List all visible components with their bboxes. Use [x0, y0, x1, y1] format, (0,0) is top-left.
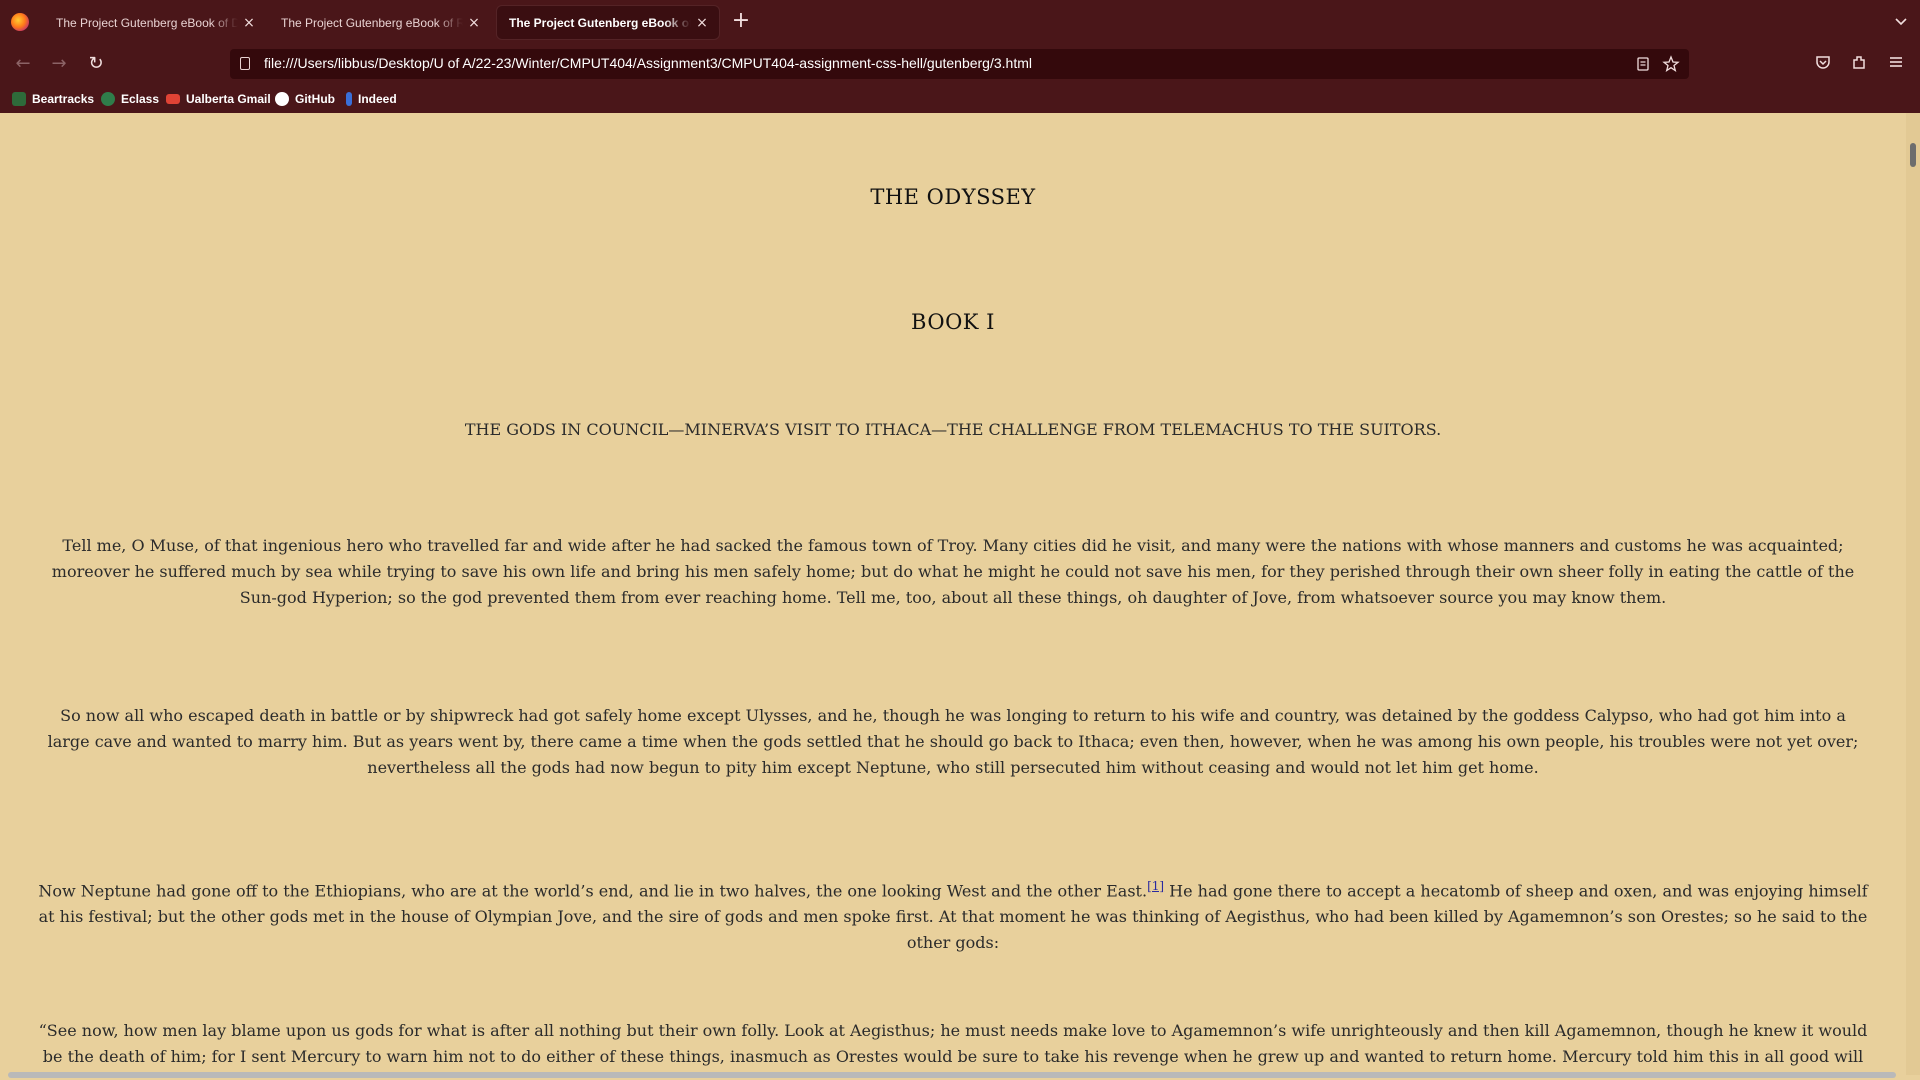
bookmark-label: Beartracks [32, 92, 95, 106]
new-tab-button[interactable]: + [730, 10, 752, 33]
reload-icon[interactable]: ↻ [84, 52, 108, 76]
tab-odyssey[interactable]: The Project Gutenberg eBook of The Odyss… [497, 6, 719, 39]
bookmark-indeed[interactable]: Indeed [346, 91, 397, 107]
bookmark-star-icon[interactable] [1662, 55, 1680, 73]
footnote-link[interactable]: [1] [1147, 879, 1164, 893]
paragraph-2: So now all who escaped death in battle o… [47, 706, 1859, 777]
bookmarks-toolbar: Beartracks Eclass Ualberta Gmail GitHub … [0, 85, 1920, 113]
page-icon [240, 57, 250, 70]
bookmark-label: GitHub [295, 92, 335, 106]
tab-bar: The Project Gutenberg eBook of Dracula ×… [0, 0, 1920, 44]
paragraph-3-text-start: Now Neptune had gone off to the Ethiopia… [38, 881, 1148, 901]
gmail-icon [166, 94, 180, 104]
horizontal-scrollbar[interactable] [0, 1069, 1906, 1080]
firefox-logo-icon[interactable] [11, 13, 29, 31]
paragraph-4: “See now, how men lay blame upon us gods… [38, 1021, 1868, 1075]
chapter-summary: THE GODS IN COUNCIL—MINERVA’S VISIT TO I… [464, 420, 1442, 439]
horizontal-scrollbar-thumb[interactable] [8, 1072, 1896, 1078]
pocket-icon[interactable] [1813, 52, 1833, 72]
close-tab-icon[interactable]: × [695, 16, 709, 30]
bookmark-beartracks[interactable]: Beartracks [12, 91, 94, 107]
list-all-tabs-icon[interactable] [1893, 13, 1909, 29]
vertical-scrollbar[interactable] [1906, 113, 1920, 1075]
extensions-icon[interactable] [1849, 52, 1869, 72]
navigation-toolbar: ← → ↻ file:///Users/libbus/Desktop/U of … [0, 44, 1920, 85]
beartracks-icon [12, 92, 26, 106]
tab-dracula[interactable]: The Project Gutenberg eBook of Dracula × [44, 6, 266, 39]
close-tab-icon[interactable]: × [242, 16, 256, 30]
reader-view-icon[interactable] [1634, 55, 1652, 73]
bookmark-ualberta-gmail[interactable]: Ualberta Gmail [166, 91, 271, 107]
tab-title: The Project Gutenberg eBook of Dracula [56, 15, 238, 30]
indeed-icon [346, 92, 352, 106]
url-text[interactable]: file:///Users/libbus/Desktop/U of A/22-2… [264, 55, 1032, 71]
vertical-scrollbar-thumb[interactable] [1910, 143, 1916, 167]
book-title: THE ODYSSEY [870, 185, 1036, 209]
bookmark-label: Eclass [121, 92, 160, 106]
github-icon [275, 92, 289, 106]
page-viewport: THE ODYSSEY BOOK I THE GODS IN COUNCIL—M… [0, 113, 1906, 1075]
tab-title: The Project Gutenberg eBook of The Odyss… [509, 15, 691, 30]
browser-chrome: The Project Gutenberg eBook of Dracula ×… [0, 0, 1920, 113]
paragraph-1: Tell me, O Muse, of that ingenious hero … [51, 536, 1855, 607]
tab-romeo-and-juliet[interactable]: The Project Gutenberg eBook of Romeo and… [269, 6, 491, 39]
paragraph-3: Now Neptune had gone off to the Ethiopia… [38, 873, 1868, 956]
bookmark-label: Indeed [358, 92, 397, 106]
eclass-icon [101, 92, 115, 106]
url-bar[interactable]: file:///Users/libbus/Desktop/U of A/22-2… [230, 49, 1689, 79]
bookmark-label: Ualberta Gmail [186, 92, 271, 106]
hamburger-menu-icon[interactable] [1886, 52, 1906, 72]
back-arrow-icon[interactable]: ← [11, 52, 35, 76]
forward-arrow-icon[interactable]: → [47, 52, 71, 76]
bookmark-eclass[interactable]: Eclass [101, 91, 159, 107]
chapter-heading: BOOK I [911, 310, 995, 334]
close-tab-icon[interactable]: × [467, 16, 481, 30]
tab-title: The Project Gutenberg eBook of Romeo and… [281, 15, 463, 30]
bookmark-github[interactable]: GitHub [275, 91, 335, 107]
